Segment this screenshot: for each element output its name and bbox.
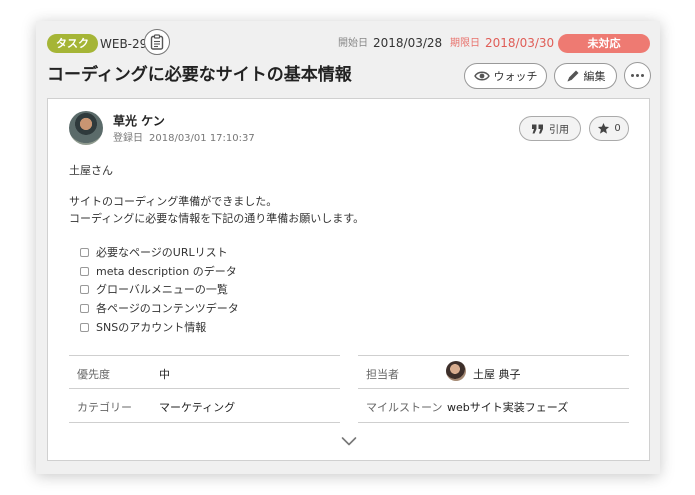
- edit-button[interactable]: 編集: [554, 63, 617, 89]
- checklist-item[interactable]: meta description のデータ: [80, 263, 237, 279]
- start-date: 2018/03/28: [373, 36, 443, 50]
- clipboard-icon: [150, 34, 164, 50]
- copy-key-button[interactable]: [144, 29, 170, 55]
- start-date-label: 開始日: [338, 38, 368, 49]
- checklist-item[interactable]: グローバルメニューの一覧: [80, 281, 228, 297]
- issue-card: タスク WEB-29 開始日 2018/03/28 期限日 2018/03/30…: [36, 21, 660, 474]
- eye-icon: [473, 71, 490, 81]
- milestone-value[interactable]: webサイト実装フェーズ: [447, 399, 568, 415]
- comment-line-1: サイトのコーディング準備ができました。: [69, 195, 278, 208]
- divider: [69, 388, 340, 389]
- status-badge[interactable]: 未対応: [558, 34, 650, 53]
- edit-label: 編集: [583, 70, 606, 83]
- comment-line-2: コーディングに必要な情報を下記の通り準備お願いします。: [69, 212, 365, 225]
- checkbox[interactable]: [80, 247, 89, 257]
- watch-label: ウォッチ: [493, 70, 538, 83]
- due-date: 2018/03/30: [485, 36, 555, 50]
- chevron-down-icon[interactable]: [341, 435, 357, 447]
- checklist-item[interactable]: 各ページのコンテンツデータ: [80, 300, 239, 316]
- star-button[interactable]: 0: [589, 116, 629, 141]
- priority-value[interactable]: 中: [159, 366, 170, 382]
- issue-type-tag: タスク: [47, 34, 98, 53]
- registered-at: 2018/03/01 17:10:37: [149, 133, 255, 144]
- description-panel: 草光 ケン 登録日 2018/03/01 17:10:37 引用 0 土屋さん サ…: [47, 98, 650, 461]
- due-date-label: 期限日: [450, 38, 480, 49]
- issue-header: タスク WEB-29 開始日 2018/03/28 期限日 2018/03/30…: [47, 29, 650, 55]
- comment-author: 草光 ケン: [113, 114, 165, 128]
- quote-icon: [532, 124, 543, 133]
- avatar: [69, 111, 103, 145]
- divider: [358, 355, 629, 356]
- checklist-item-label: 必要なページのURLリスト: [96, 246, 228, 259]
- checklist-item[interactable]: 必要なページのURLリスト: [80, 244, 228, 260]
- checklist-item-label: 各ページのコンテンツデータ: [96, 302, 239, 315]
- registered-label: 登録日: [113, 133, 143, 144]
- registered-info: 登録日 2018/03/01 17:10:37: [113, 129, 261, 144]
- comment-greeting: 土屋さん: [69, 164, 113, 177]
- quote-button[interactable]: 引用: [519, 116, 581, 141]
- divider: [358, 422, 629, 423]
- checkbox[interactable]: [80, 303, 89, 313]
- priority-label: 優先度: [77, 368, 110, 381]
- category-value[interactable]: マーケティング: [159, 399, 235, 415]
- divider: [69, 422, 340, 423]
- assignee-label: 担当者: [366, 368, 399, 381]
- checkbox[interactable]: [80, 322, 89, 332]
- issue-title: コーディングに必要なサイトの基本情報: [47, 65, 352, 85]
- star-count: 0: [614, 123, 621, 134]
- checkbox[interactable]: [80, 266, 89, 276]
- watch-button[interactable]: ウォッチ: [464, 63, 547, 89]
- category-label: カテゴリー: [77, 401, 132, 414]
- more-button[interactable]: [624, 62, 651, 89]
- more-icon: [631, 74, 644, 77]
- checklist-item[interactable]: SNSのアカウント情報: [80, 319, 206, 335]
- assignee-avatar: [446, 361, 466, 381]
- divider: [358, 388, 629, 389]
- pencil-icon: [567, 70, 578, 82]
- checklist-item-label: グローバルメニューの一覧: [96, 283, 228, 296]
- quote-label: 引用: [549, 125, 569, 136]
- checklist-item-label: SNSのアカウント情報: [96, 321, 207, 334]
- star-icon: [598, 122, 610, 134]
- milestone-label: マイルストーン: [366, 401, 443, 414]
- divider: [69, 355, 340, 356]
- issue-key: WEB-29: [100, 37, 148, 51]
- checklist-item-label: meta description のデータ: [96, 265, 237, 278]
- assignee-value[interactable]: 土屋 典子: [473, 366, 521, 382]
- checkbox[interactable]: [80, 284, 89, 294]
